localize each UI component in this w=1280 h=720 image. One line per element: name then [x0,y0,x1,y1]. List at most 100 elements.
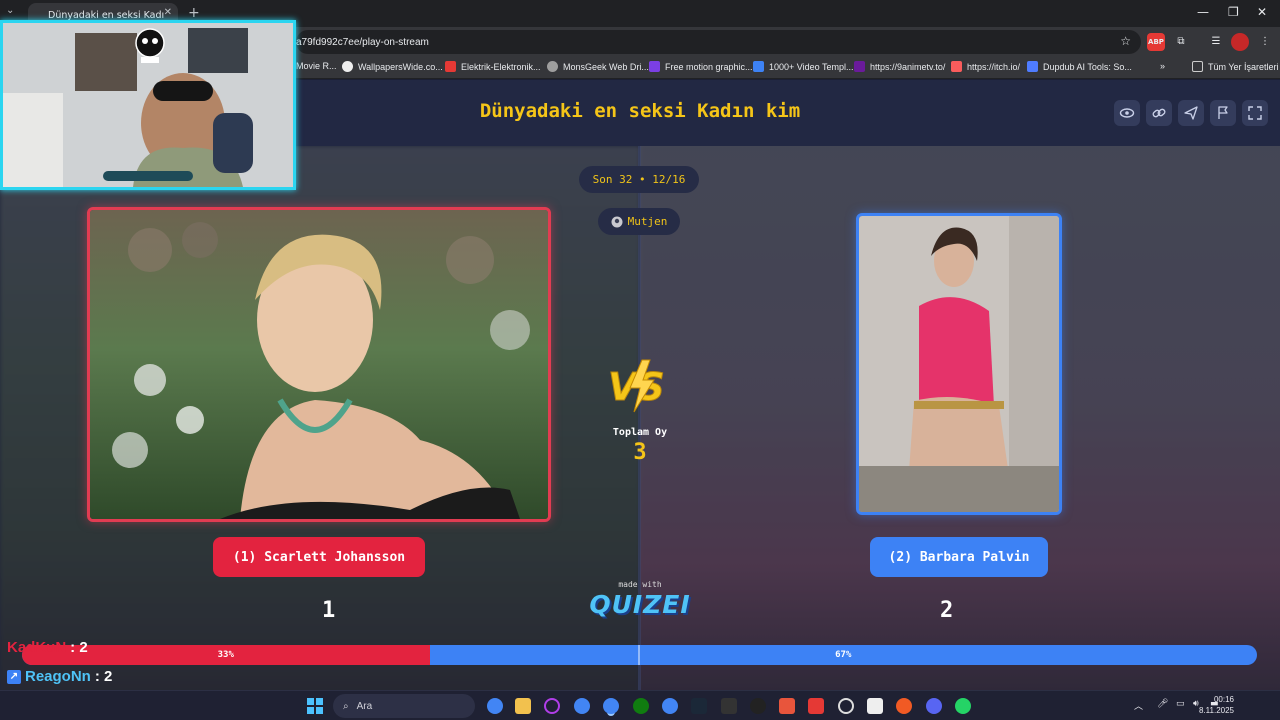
fullscreen-button[interactable] [1242,100,1268,126]
contender-left-photo[interactable] [87,207,551,522]
origin-icon[interactable] [896,698,912,714]
round-text: Son 32 • 12/16 [592,173,686,186]
motion-graphics-icon [649,61,660,72]
vote-right-percent: 67% [835,650,852,660]
obs-icon[interactable] [750,698,766,714]
fullscreen-icon [1248,106,1262,120]
user-pill: Mutjen [598,208,680,235]
bookmark-item[interactable]: https://9animetv.to/ [854,61,945,72]
contender-right-photo[interactable] [856,213,1062,515]
send-icon [1184,106,1198,120]
chatgpt-icon[interactable] [838,698,854,714]
taskbar-search[interactable]: ⌕ Ara [333,694,475,718]
volume-icon[interactable]: 🔊︎ [1193,699,1199,709]
webcam-overlay [0,20,296,190]
file-explorer-icon[interactable] [515,698,531,714]
chat-vote-line: ↗ ReagoNn : 2 [7,668,112,685]
new-tab-plus-icon[interactable]: + [188,5,200,21]
dupdub-icon [1027,61,1038,72]
youtube-icon[interactable] [808,698,824,714]
vote-bar-right: 67% [430,645,1257,665]
eye-button[interactable] [1114,100,1140,126]
chrome-icon[interactable] [487,698,503,714]
whatsapp-icon[interactable] [955,698,971,714]
bookmark-star-icon[interactable]: ☆ [1120,34,1131,48]
bookmark-item[interactable]: Free motion graphic... [649,61,753,72]
play-icon [753,61,764,72]
opera-icon[interactable] [544,698,560,714]
contender-left-score: 1 [322,598,336,623]
bookmark-item[interactable]: https://itch.io/ [951,61,1020,72]
chat-badge-icon: ↗ [7,669,21,684]
tab-title: Dünyadaki en seksi Kadı [48,9,165,21]
tab-close-icon[interactable]: ✕ [164,7,172,18]
windows-taskbar: ⌕ Ara ︿ 🎤︎ ▭ 🔊︎ ▬ 00:16 8.11.2025 [0,690,1280,720]
share-button[interactable] [1178,100,1204,126]
search-icon: ⌕ [343,700,349,712]
clock-date: 8.11.2025 [1199,706,1234,715]
link-icon [1152,108,1166,118]
streamer-logo-icon [135,28,165,63]
app-icon[interactable] [779,698,795,714]
tab-list-chevron-icon[interactable]: ⌄ [6,5,14,16]
bookmark-item[interactable]: Elektrik-Elektronik... [445,61,541,72]
extensions-puzzle-icon[interactable]: ⧉ [1172,33,1190,51]
chat-user: KadKuN [7,639,67,656]
profile-avatar[interactable] [1231,33,1249,51]
more-bookmarks-chevron-icon[interactable]: » [1160,61,1165,71]
versus-icon: VS [608,359,665,413]
other-bookmarks[interactable]: Tüm Yer İşaretleri [1192,61,1279,72]
bookmark-item[interactable]: MonsGeek Web Dri... [547,61,649,72]
contender-right-name: (2) Barbara Palvin [888,549,1030,565]
vote-left-percent: 33% [217,650,234,660]
windows-start-icon[interactable] [307,698,323,714]
tray-chevron-icon[interactable]: ︿ [1134,699,1143,712]
anime-icon [854,61,865,72]
chat-count: : 2 [70,639,88,656]
vote-percentage-bar: 33% 67% [22,645,1257,665]
clock-time: 00:16 [1213,695,1234,704]
itch-icon [951,61,962,72]
discord-icon[interactable] [926,698,942,714]
link-button[interactable] [1146,100,1172,126]
bookmark-item[interactable]: Dupdub AI Tools: So... [1027,61,1132,72]
bookmark-item[interactable]: WallpapersWide.co... [342,61,443,72]
minimize-icon[interactable]: — [1197,5,1209,19]
globe-icon [547,61,558,72]
capcut-icon[interactable] [867,698,883,714]
contender-left-name: (1) Scarlett Johansson [232,549,406,565]
browser-menu-icon[interactable]: ⋮ [1256,33,1274,51]
chrome-alt-icon[interactable] [662,698,678,714]
folder-icon [1192,61,1203,72]
xbox-icon[interactable] [633,698,649,714]
adblock-extension-icon[interactable]: ABP [1147,33,1165,51]
vote-left-button[interactable]: (1) Scarlett Johansson [213,537,425,577]
contender-right-image [859,216,1059,512]
chat-user: ReagoNn [25,668,91,685]
chat-vote-line: KadKuN : 2 [7,639,88,656]
bookmark-item[interactable]: Movie R... [296,61,337,71]
microphone-icon[interactable]: 🎤︎ [1157,699,1168,709]
chrome-profile-icon[interactable] [574,698,590,714]
made-with-label: made with [618,580,662,589]
bookmark-item[interactable]: 1000+ Video Templ... [753,61,853,72]
eye-icon [1119,108,1135,118]
flag-icon [1218,106,1228,119]
epic-games-icon[interactable] [721,698,737,714]
vote-right-button[interactable]: (2) Barbara Palvin [870,537,1048,577]
taskbar-clock[interactable]: 00:16 8.11.2025 [1199,694,1234,716]
network-icon[interactable]: ▭ [1176,699,1185,709]
total-votes-label: Toplam Oy [612,427,668,438]
wallpaperswide-icon [342,61,353,72]
close-window-icon[interactable]: ✕ [1257,5,1267,19]
report-button[interactable] [1210,100,1236,126]
address-bar[interactable]: a79fd992c7ee/play-on-stream ☆ [296,30,1141,54]
reading-list-icon[interactable]: ☰ [1207,33,1225,51]
restore-icon[interactable]: ❐ [1228,5,1239,19]
address-url: a79fd992c7ee/play-on-stream [296,36,429,48]
chrome-active-icon[interactable] [603,698,619,714]
quizei-logo[interactable]: QUIZEI [580,590,700,619]
steam-icon[interactable] [691,698,707,714]
user-name: Mutjen [627,215,668,228]
total-votes-value: 3 [633,440,647,465]
